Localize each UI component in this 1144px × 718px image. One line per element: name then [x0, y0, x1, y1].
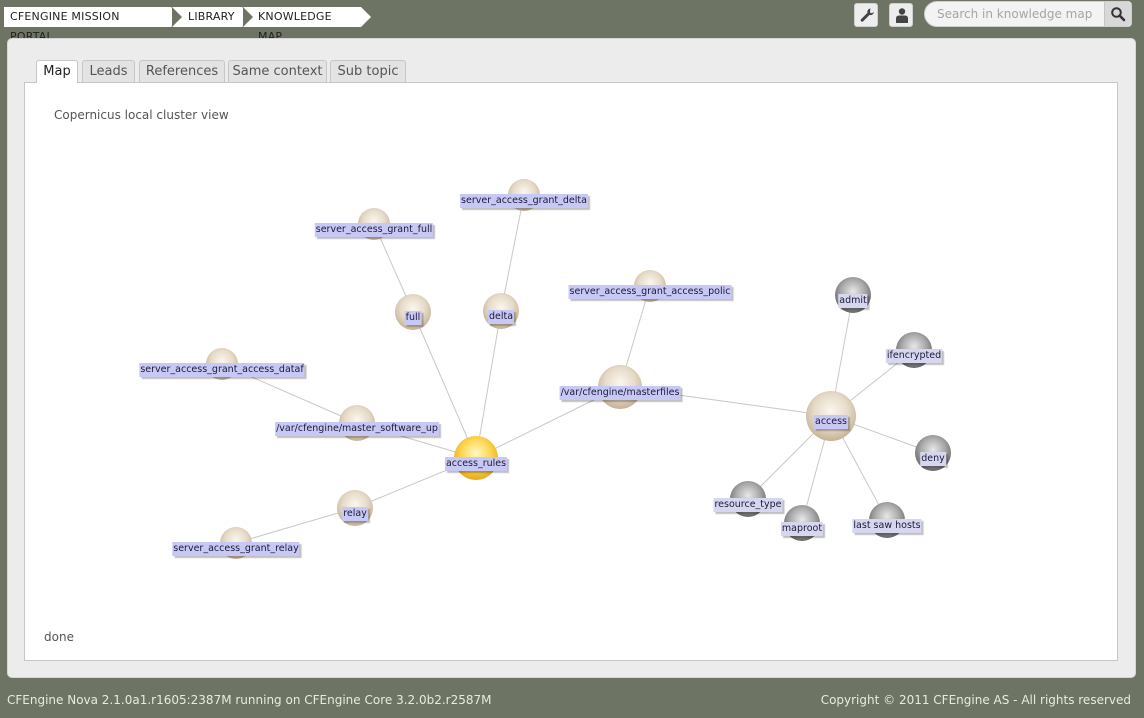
- node-label-sag_polic[interactable]: server_access_grant_access_polic: [568, 285, 732, 299]
- node-label-master_sw[interactable]: /var/cfengine/master_software_up: [275, 422, 439, 436]
- graph-edge-access_rules-delta: [475, 310, 502, 459]
- node-label-resource_type[interactable]: resource_type: [713, 498, 783, 512]
- footer-version: CFEngine Nova 2.1.0a1.r1605:2387M runnin…: [7, 693, 492, 707]
- node-label-deny[interactable]: deny: [920, 452, 946, 466]
- graph-edge-relay-sag_relay: [235, 507, 356, 544]
- node-label-sag_delta[interactable]: server_access_grant_delta: [460, 194, 588, 208]
- node-label-relay[interactable]: relay: [342, 507, 368, 521]
- node-label-delta[interactable]: delta: [487, 310, 515, 324]
- tab-map[interactable]: Map: [36, 60, 78, 83]
- node-label-sag_dataf[interactable]: server_access_grant_access_dataf: [139, 363, 305, 377]
- map-status: done: [44, 630, 74, 644]
- node-label-full[interactable]: full: [404, 311, 422, 325]
- node-label-sag_full[interactable]: server_access_grant_full: [314, 223, 434, 237]
- node-label-access[interactable]: access: [813, 415, 849, 429]
- node-label-masterfiles[interactable]: /var/cfengine/masterfiles: [559, 386, 681, 400]
- node-label-sag_relay[interactable]: server_access_grant_relay: [172, 542, 300, 556]
- node-label-access_rules[interactable]: access_rules: [444, 457, 508, 471]
- graph-edge-access_rules-full: [412, 311, 477, 459]
- node-label-ifencrypted[interactable]: ifencrypted: [885, 349, 943, 363]
- footer-copyright: Copyright © 2011 CFEngine AS - All right…: [820, 693, 1131, 707]
- node-label-maproot[interactable]: maproot: [780, 522, 824, 536]
- node-label-last_saw[interactable]: last saw hosts: [852, 519, 922, 533]
- node-label-admit[interactable]: admit: [838, 294, 868, 308]
- knowledge-map-graph: [206, 179, 951, 559]
